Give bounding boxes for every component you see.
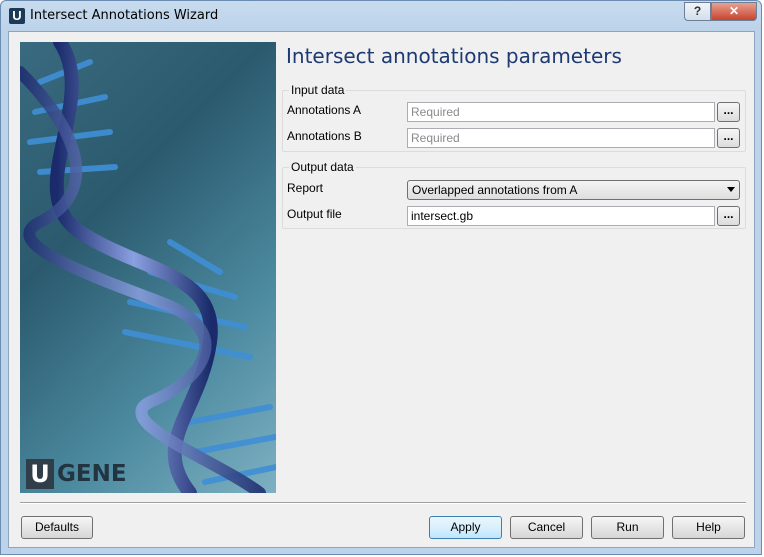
annotations-a-label: Annotations A	[287, 103, 362, 117]
help-title-button[interactable]: ?	[684, 2, 711, 21]
report-label: Report	[287, 181, 324, 195]
annotations-b-label: Annotations B	[287, 129, 362, 143]
output-data-group-title: Output data	[289, 160, 356, 174]
cancel-button[interactable]: Cancel	[510, 516, 583, 539]
window-title: Intersect Annotations Wizard	[30, 8, 219, 23]
close-window-button[interactable]: ✕	[711, 2, 757, 21]
annotations-b-input[interactable]	[407, 128, 715, 148]
output-file-input[interactable]	[407, 206, 715, 226]
input-data-group: Input data Annotations A ... Annotations…	[282, 83, 746, 152]
run-button[interactable]: Run	[591, 516, 664, 539]
page-title: Intersect annotations parameters	[286, 44, 622, 68]
annotations-a-input[interactable]	[407, 102, 715, 122]
wizard-window: U Intersect Annotations Wizard ? ✕ U GEN…	[0, 0, 762, 555]
input-data-group-title: Input data	[289, 83, 347, 97]
annotations-b-browse-button[interactable]: ...	[717, 128, 740, 148]
output-file-browse-button[interactable]: ...	[717, 206, 740, 226]
logo-letter: U	[26, 459, 54, 489]
report-selected-value: Overlapped annotations from A	[412, 183, 578, 197]
dna-helix-illustration	[20, 42, 276, 493]
wizard-body: U GENE Intersect annotations parameters …	[8, 31, 755, 548]
button-separator	[20, 502, 746, 504]
ugene-app-icon: U	[9, 8, 25, 24]
logo-text: GENE	[57, 461, 127, 487]
dna-banner-image: U GENE	[20, 42, 276, 493]
defaults-button[interactable]: Defaults	[21, 516, 93, 539]
output-file-label: Output file	[287, 207, 342, 221]
apply-button[interactable]: Apply	[429, 516, 502, 539]
report-select[interactable]: Overlapped annotations from A	[407, 180, 740, 200]
title-bar: U Intersect Annotations Wizard ? ✕	[1, 1, 761, 31]
chevron-down-icon	[727, 187, 735, 192]
annotations-a-browse-button[interactable]: ...	[717, 102, 740, 122]
output-data-group: Output data Report Overlapped annotation…	[282, 160, 746, 229]
help-button[interactable]: Help	[672, 516, 745, 539]
